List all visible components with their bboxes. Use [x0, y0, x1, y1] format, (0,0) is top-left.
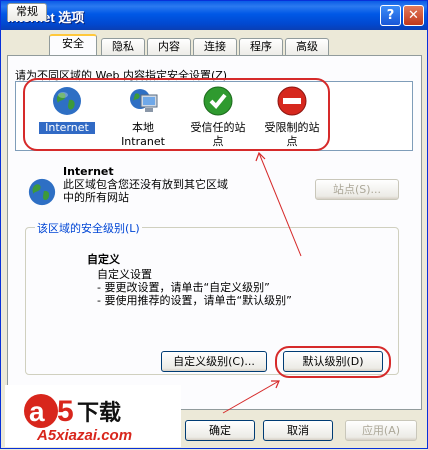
a5-watermark-logo: a 5 下载 A5xiazai.com: [5, 385, 181, 447]
cancel-button[interactable]: 取消: [263, 420, 333, 441]
svg-text:5: 5: [57, 395, 74, 428]
internet-options-window: Internet 选项 ? ✕ 常规 安全 隐私 内容 连接 程序 高级 请为不…: [0, 0, 428, 449]
apply-button[interactable]: 应用(A): [345, 420, 417, 441]
annotation-arrows: [222, 151, 302, 414]
svg-text:下载: 下载: [77, 400, 121, 426]
svg-text:a: a: [29, 396, 45, 427]
watermark-url: A5xiazai.com: [37, 427, 133, 444]
tab-security[interactable]: 安全: [49, 34, 97, 55]
ok-button[interactable]: 确定: [185, 420, 255, 441]
